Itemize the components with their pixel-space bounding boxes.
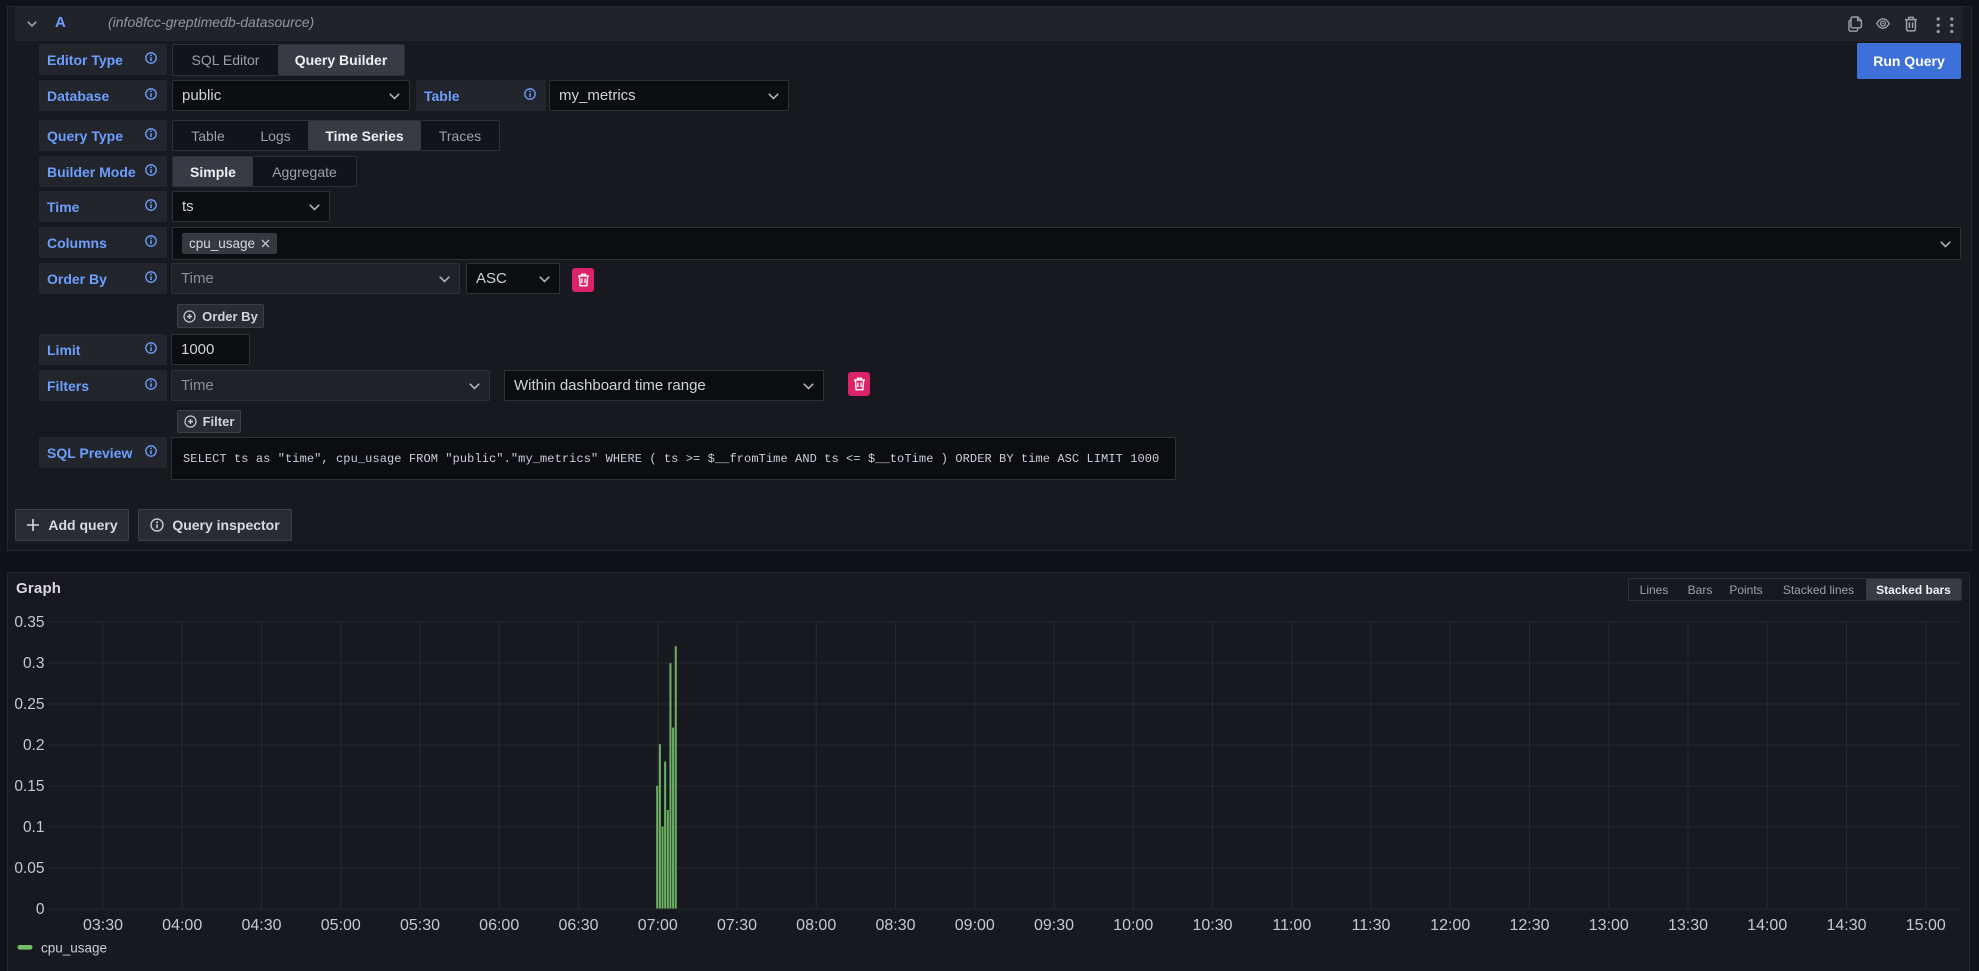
svg-text:10:30: 10:30 xyxy=(1192,917,1232,934)
svg-text:15:00: 15:00 xyxy=(1906,917,1946,934)
svg-text:09:00: 09:00 xyxy=(955,917,995,934)
svg-text:0.15: 0.15 xyxy=(14,778,44,795)
svg-text:08:30: 08:30 xyxy=(875,917,915,934)
svg-text:07:00: 07:00 xyxy=(638,917,678,934)
svg-text:0.2: 0.2 xyxy=(23,737,45,754)
svg-text:0.05: 0.05 xyxy=(14,860,44,877)
svg-text:06:00: 06:00 xyxy=(479,917,519,934)
svg-text:04:30: 04:30 xyxy=(241,917,281,934)
svg-text:13:30: 13:30 xyxy=(1668,917,1708,934)
svg-text:11:00: 11:00 xyxy=(1272,917,1311,934)
svg-text:04:00: 04:00 xyxy=(162,917,202,934)
svg-text:12:30: 12:30 xyxy=(1509,917,1549,934)
svg-text:05:00: 05:00 xyxy=(321,917,361,934)
svg-text:0: 0 xyxy=(36,901,45,918)
svg-text:07:30: 07:30 xyxy=(717,917,757,934)
svg-text:0.35: 0.35 xyxy=(14,614,44,631)
svg-text:0.25: 0.25 xyxy=(14,696,44,713)
svg-text:0.3: 0.3 xyxy=(23,655,45,672)
svg-text:03:30: 03:30 xyxy=(83,917,123,934)
svg-text:14:30: 14:30 xyxy=(1826,917,1866,934)
svg-text:14:00: 14:00 xyxy=(1747,917,1787,934)
svg-text:10:00: 10:00 xyxy=(1113,917,1153,934)
svg-text:cpu_usage: cpu_usage xyxy=(41,941,107,956)
svg-text:11:30: 11:30 xyxy=(1352,917,1391,934)
svg-text:05:30: 05:30 xyxy=(400,917,440,934)
svg-text:08:00: 08:00 xyxy=(796,917,836,934)
svg-text:12:00: 12:00 xyxy=(1430,917,1470,934)
svg-text:09:30: 09:30 xyxy=(1034,917,1074,934)
svg-text:13:00: 13:00 xyxy=(1589,917,1629,934)
svg-text:06:30: 06:30 xyxy=(558,917,598,934)
svg-text:0.1: 0.1 xyxy=(23,819,45,836)
